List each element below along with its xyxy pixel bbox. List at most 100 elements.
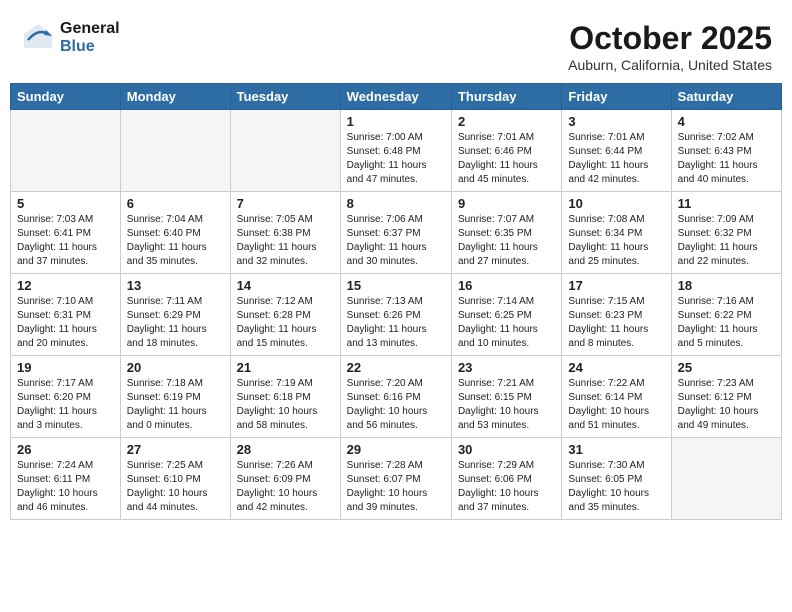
calendar-cell: 12 Sunrise: 7:10 AMSunset: 6:31 PMDaylig… [11,274,121,356]
col-sunday: Sunday [11,84,121,110]
calendar-cell: 14 Sunrise: 7:12 AMSunset: 6:28 PMDaylig… [230,274,340,356]
day-number: 30 [458,442,555,457]
day-number: 7 [237,196,334,211]
day-number: 18 [678,278,775,293]
day-info: Sunrise: 7:19 AMSunset: 6:18 PMDaylight:… [237,377,334,433]
calendar-cell: 9 Sunrise: 7:07 AMSunset: 6:35 PMDayligh… [451,192,561,274]
day-info: Sunrise: 7:29 AMSunset: 6:06 PMDaylight:… [458,459,555,515]
day-number: 8 [347,196,445,211]
week-row-2: 5 Sunrise: 7:03 AMSunset: 6:41 PMDayligh… [11,192,782,274]
calendar-cell: 5 Sunrise: 7:03 AMSunset: 6:41 PMDayligh… [11,192,121,274]
day-number: 24 [568,360,664,375]
calendar-cell [11,110,121,192]
day-info: Sunrise: 7:05 AMSunset: 6:38 PMDaylight:… [237,213,334,269]
calendar-cell: 30 Sunrise: 7:29 AMSunset: 6:06 PMDaylig… [451,438,561,520]
calendar-cell: 19 Sunrise: 7:17 AMSunset: 6:20 PMDaylig… [11,356,121,438]
day-info: Sunrise: 7:30 AMSunset: 6:05 PMDaylight:… [568,459,664,515]
logo-icon [20,20,56,56]
calendar-cell: 23 Sunrise: 7:21 AMSunset: 6:15 PMDaylig… [451,356,561,438]
logo-text: General Blue [60,20,120,55]
day-number: 6 [127,196,224,211]
day-number: 15 [347,278,445,293]
calendar-cell: 24 Sunrise: 7:22 AMSunset: 6:14 PMDaylig… [562,356,671,438]
page-header: General Blue October 2025 Auburn, Califo… [10,10,782,78]
day-info: Sunrise: 7:12 AMSunset: 6:28 PMDaylight:… [237,295,334,351]
day-number: 16 [458,278,555,293]
calendar-cell: 10 Sunrise: 7:08 AMSunset: 6:34 PMDaylig… [562,192,671,274]
day-info: Sunrise: 7:15 AMSunset: 6:23 PMDaylight:… [568,295,664,351]
day-info: Sunrise: 7:02 AMSunset: 6:43 PMDaylight:… [678,131,775,187]
day-number: 20 [127,360,224,375]
week-row-5: 26 Sunrise: 7:24 AMSunset: 6:11 PMDaylig… [11,438,782,520]
day-info: Sunrise: 7:01 AMSunset: 6:46 PMDaylight:… [458,131,555,187]
col-tuesday: Tuesday [230,84,340,110]
day-number: 1 [347,114,445,129]
col-friday: Friday [562,84,671,110]
calendar-cell: 25 Sunrise: 7:23 AMSunset: 6:12 PMDaylig… [671,356,781,438]
day-number: 9 [458,196,555,211]
day-number: 19 [17,360,114,375]
day-info: Sunrise: 7:23 AMSunset: 6:12 PMDaylight:… [678,377,775,433]
calendar-cell: 20 Sunrise: 7:18 AMSunset: 6:19 PMDaylig… [120,356,230,438]
day-number: 27 [127,442,224,457]
calendar-cell: 29 Sunrise: 7:28 AMSunset: 6:07 PMDaylig… [340,438,451,520]
calendar-cell [671,438,781,520]
day-info: Sunrise: 7:08 AMSunset: 6:34 PMDaylight:… [568,213,664,269]
day-info: Sunrise: 7:07 AMSunset: 6:35 PMDaylight:… [458,213,555,269]
day-number: 5 [17,196,114,211]
day-number: 4 [678,114,775,129]
calendar-table: Sunday Monday Tuesday Wednesday Thursday… [10,83,782,520]
day-number: 14 [237,278,334,293]
calendar-cell: 13 Sunrise: 7:11 AMSunset: 6:29 PMDaylig… [120,274,230,356]
day-number: 10 [568,196,664,211]
month-title: October 2025 [568,20,772,57]
day-info: Sunrise: 7:09 AMSunset: 6:32 PMDaylight:… [678,213,775,269]
day-info: Sunrise: 7:01 AMSunset: 6:44 PMDaylight:… [568,131,664,187]
calendar-cell: 31 Sunrise: 7:30 AMSunset: 6:05 PMDaylig… [562,438,671,520]
day-number: 23 [458,360,555,375]
day-number: 25 [678,360,775,375]
calendar-cell: 15 Sunrise: 7:13 AMSunset: 6:26 PMDaylig… [340,274,451,356]
day-info: Sunrise: 7:17 AMSunset: 6:20 PMDaylight:… [17,377,114,433]
calendar-cell: 27 Sunrise: 7:25 AMSunset: 6:10 PMDaylig… [120,438,230,520]
calendar-cell: 3 Sunrise: 7:01 AMSunset: 6:44 PMDayligh… [562,110,671,192]
calendar-cell: 28 Sunrise: 7:26 AMSunset: 6:09 PMDaylig… [230,438,340,520]
day-info: Sunrise: 7:22 AMSunset: 6:14 PMDaylight:… [568,377,664,433]
calendar-cell: 2 Sunrise: 7:01 AMSunset: 6:46 PMDayligh… [451,110,561,192]
day-info: Sunrise: 7:18 AMSunset: 6:19 PMDaylight:… [127,377,224,433]
col-monday: Monday [120,84,230,110]
calendar-cell [120,110,230,192]
calendar-cell: 1 Sunrise: 7:00 AMSunset: 6:48 PMDayligh… [340,110,451,192]
day-info: Sunrise: 7:00 AMSunset: 6:48 PMDaylight:… [347,131,445,187]
day-info: Sunrise: 7:26 AMSunset: 6:09 PMDaylight:… [237,459,334,515]
calendar-header-row: Sunday Monday Tuesday Wednesday Thursday… [11,84,782,110]
day-info: Sunrise: 7:21 AMSunset: 6:15 PMDaylight:… [458,377,555,433]
day-info: Sunrise: 7:28 AMSunset: 6:07 PMDaylight:… [347,459,445,515]
day-number: 22 [347,360,445,375]
day-info: Sunrise: 7:06 AMSunset: 6:37 PMDaylight:… [347,213,445,269]
week-row-3: 12 Sunrise: 7:10 AMSunset: 6:31 PMDaylig… [11,274,782,356]
day-number: 11 [678,196,775,211]
day-number: 29 [347,442,445,457]
day-info: Sunrise: 7:10 AMSunset: 6:31 PMDaylight:… [17,295,114,351]
calendar-cell: 16 Sunrise: 7:14 AMSunset: 6:25 PMDaylig… [451,274,561,356]
day-info: Sunrise: 7:24 AMSunset: 6:11 PMDaylight:… [17,459,114,515]
day-info: Sunrise: 7:20 AMSunset: 6:16 PMDaylight:… [347,377,445,433]
col-thursday: Thursday [451,84,561,110]
day-number: 26 [17,442,114,457]
col-wednesday: Wednesday [340,84,451,110]
week-row-4: 19 Sunrise: 7:17 AMSunset: 6:20 PMDaylig… [11,356,782,438]
day-info: Sunrise: 7:03 AMSunset: 6:41 PMDaylight:… [17,213,114,269]
day-number: 12 [17,278,114,293]
calendar-cell: 26 Sunrise: 7:24 AMSunset: 6:11 PMDaylig… [11,438,121,520]
day-number: 17 [568,278,664,293]
calendar-cell: 21 Sunrise: 7:19 AMSunset: 6:18 PMDaylig… [230,356,340,438]
title-section: October 2025 Auburn, California, United … [568,20,772,73]
logo-blue: Blue [60,38,120,56]
calendar-cell: 22 Sunrise: 7:20 AMSunset: 6:16 PMDaylig… [340,356,451,438]
day-number: 21 [237,360,334,375]
location-subtitle: Auburn, California, United States [568,57,772,73]
day-number: 13 [127,278,224,293]
week-row-1: 1 Sunrise: 7:00 AMSunset: 6:48 PMDayligh… [11,110,782,192]
calendar-cell: 18 Sunrise: 7:16 AMSunset: 6:22 PMDaylig… [671,274,781,356]
